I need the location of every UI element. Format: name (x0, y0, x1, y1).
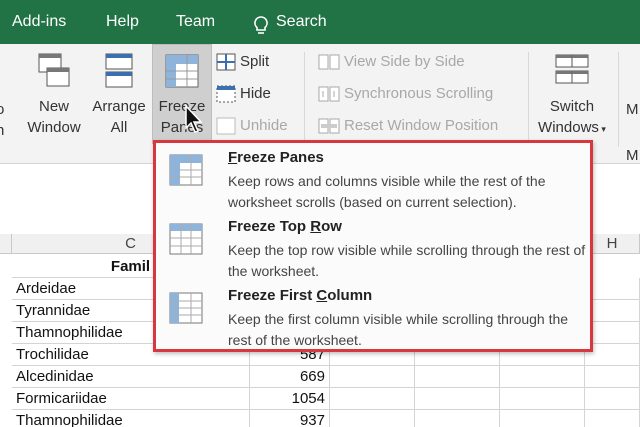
table-cell-family[interactable]: Formicariidae (12, 388, 250, 410)
freeze-first-column-icon (169, 292, 203, 324)
new-window-button[interactable]: New Window (22, 52, 86, 138)
mouse-cursor-icon (185, 104, 203, 133)
dropdown-arrow-icon: ▾ (598, 124, 606, 134)
freeze-panes-menu: Freeze Panes Keep rows and columns visib… (153, 140, 593, 352)
unhide-button[interactable]: Unhide (216, 114, 288, 138)
partial-button-left[interactable]: on (0, 99, 10, 141)
reset-window-position-button[interactable]: Reset Window Position (318, 114, 498, 138)
unhide-icon (216, 117, 236, 135)
ribbon-separator (528, 52, 529, 147)
synchronous-scrolling-button[interactable]: Synchronous Scrolling (318, 82, 493, 106)
reset-position-icon (318, 118, 340, 134)
menu-item-title: Freeze Top Row (228, 218, 342, 235)
partial-group-label-right: M (626, 147, 639, 164)
table-cell[interactable] (415, 388, 500, 410)
table-cell-family[interactable]: Alcedinidae (12, 366, 250, 388)
table-cell[interactable] (585, 366, 640, 388)
hide-icon (216, 85, 236, 103)
freeze-panes-icon (165, 54, 199, 88)
table-cell-count[interactable]: 937 (250, 410, 330, 427)
switch-windows-icon (555, 54, 589, 84)
arrange-all-button[interactable]: Arrange All (88, 52, 150, 138)
hide-button[interactable]: Hide (216, 82, 271, 106)
view-side-by-side-button[interactable]: View Side by Side (318, 50, 465, 74)
table-cell[interactable] (585, 300, 640, 322)
table-cell[interactable] (585, 388, 640, 410)
freeze-panes-icon (169, 154, 203, 186)
table-cell-count[interactable]: 669 (250, 366, 330, 388)
tab-add-ins[interactable]: Add-ins (12, 0, 66, 44)
table-cell[interactable] (585, 322, 640, 344)
table-cell[interactable] (500, 388, 585, 410)
table-cell[interactable] (415, 410, 500, 427)
table-cell[interactable] (585, 278, 640, 300)
table-cell[interactable] (585, 344, 640, 366)
column-header-h[interactable]: H (585, 234, 640, 254)
ribbon-separator (618, 52, 619, 147)
ribbon-separator (304, 52, 305, 147)
sync-scroll-icon (318, 86, 340, 102)
table-cell[interactable] (500, 410, 585, 427)
table-cell-family[interactable]: Thamnophilidae (12, 410, 250, 427)
menu-item-description: Keep rows and columns visible while the … (228, 173, 546, 210)
search-label: Search (276, 13, 327, 30)
tell-me-search[interactable]: Search (250, 0, 327, 44)
table-cell[interactable] (330, 410, 415, 427)
table-cell[interactable] (585, 410, 640, 427)
freeze-top-row-icon (169, 223, 203, 255)
split-button[interactable]: Split (216, 50, 269, 74)
lightbulb-icon (250, 11, 272, 34)
column-header-b[interactable] (0, 234, 12, 254)
table-cell[interactable] (330, 388, 415, 410)
menu-item-description: Keep the top row visible while scrolling… (228, 242, 586, 279)
table-cell[interactable] (500, 366, 585, 388)
arrange-all-icon (105, 53, 133, 88)
split-icon (216, 53, 236, 71)
table-cell-count[interactable]: 1054 (250, 388, 330, 410)
tab-team[interactable]: Team (176, 0, 215, 44)
menu-item-description: Keep the first column visible while scro… (228, 311, 569, 348)
menu-item-title: Freeze Panes (228, 149, 324, 166)
switch-windows-button[interactable]: Switch Windows ▾ (530, 52, 614, 140)
table-cell[interactable] (330, 366, 415, 388)
new-window-icon (38, 53, 70, 87)
table-cell[interactable] (415, 366, 500, 388)
side-by-side-icon (318, 54, 340, 70)
tab-help[interactable]: Help (106, 0, 139, 44)
menu-item-title: Freeze First Column (228, 287, 373, 304)
partial-button-right[interactable]: M (626, 99, 640, 120)
